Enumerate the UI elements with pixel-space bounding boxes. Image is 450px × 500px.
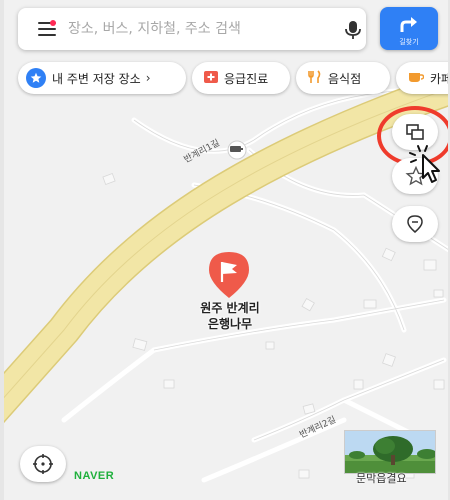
coffee-cup-icon bbox=[408, 71, 425, 86]
locate-button[interactable] bbox=[20, 446, 66, 482]
route-button[interactable]: 길찾기 bbox=[380, 7, 438, 50]
map-pin-icon bbox=[407, 215, 423, 233]
naver-logo: NAVER bbox=[74, 470, 115, 482]
chip-emergency-label: 응급진료 bbox=[224, 71, 269, 86]
mic-icon[interactable] bbox=[344, 20, 362, 40]
chevron-right-icon: › bbox=[145, 71, 151, 85]
compass-icon bbox=[33, 454, 53, 474]
chip-food-label: 음식점 bbox=[328, 71, 362, 86]
map-viewport[interactable]: 반계리1길 반계리2길 길찾기 내 주변 저장 장소 › 응급 bbox=[0, 0, 450, 500]
place-name-line1: 원주 반계리 bbox=[200, 301, 260, 315]
place-marker[interactable] bbox=[206, 250, 252, 300]
search-input[interactable] bbox=[68, 16, 318, 42]
chip-food[interactable]: 음식점 bbox=[296, 62, 390, 94]
star-icon bbox=[26, 68, 46, 88]
hospital-cross-icon bbox=[204, 70, 218, 86]
pin-toggle-button[interactable] bbox=[392, 206, 438, 242]
chip-saved-places[interactable]: 내 주변 저장 장소 › bbox=[18, 62, 186, 94]
fork-knife-icon bbox=[308, 69, 322, 87]
place-name-label[interactable]: 원주 반계리 은행나무 bbox=[160, 300, 300, 332]
route-arrow-icon bbox=[400, 17, 417, 32]
chip-saved-label: 내 주변 저장 장소 bbox=[52, 71, 141, 86]
mouse-cursor-icon bbox=[409, 145, 440, 183]
cctv-icon[interactable] bbox=[227, 140, 247, 160]
search-bar[interactable] bbox=[18, 8, 366, 50]
chip-emergency[interactable]: 응급진료 bbox=[192, 62, 290, 94]
chip-cafe-label: 카페 bbox=[430, 71, 450, 86]
chip-cafe[interactable]: 카페 bbox=[396, 62, 450, 94]
tree-photo bbox=[345, 431, 435, 473]
photo-caption: 문막읍결요 bbox=[356, 472, 407, 485]
notification-dot bbox=[50, 20, 56, 26]
place-name-line2: 은행나무 bbox=[207, 317, 253, 331]
place-photo-thumbnail[interactable] bbox=[344, 430, 436, 474]
route-button-label: 길찾기 bbox=[399, 38, 419, 46]
